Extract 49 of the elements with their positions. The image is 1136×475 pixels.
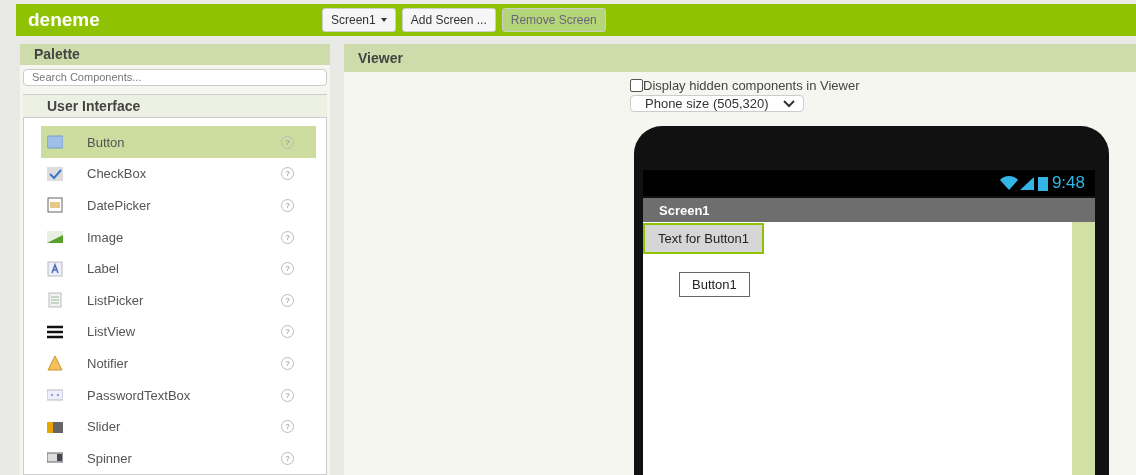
warning-icon xyxy=(47,355,63,372)
palette-item[interactable]: ListPicker ? xyxy=(41,284,316,316)
panel-title: Palette xyxy=(20,44,330,65)
palette-item[interactable]: Button ? xyxy=(41,126,316,159)
component-label: ListPicker xyxy=(87,292,145,308)
component-button[interactable]: Text for Button1 xyxy=(643,223,765,254)
palette-item[interactable]: ListView ? xyxy=(41,316,316,348)
chevron-down-icon xyxy=(782,99,795,108)
screen-title-bar: Screen1 xyxy=(643,198,1095,222)
palette-item[interactable]: Slider ? xyxy=(41,410,316,443)
toolbar-button[interactable]: Add Screen ... xyxy=(401,8,496,32)
component-label: Button xyxy=(87,134,126,150)
component-label: CheckBox xyxy=(87,166,148,182)
letter-icon xyxy=(47,260,63,277)
component-label: PasswordTextBox xyxy=(87,387,192,403)
button-icon xyxy=(47,134,63,151)
component-label: DatePicker xyxy=(87,197,152,213)
battery-icon xyxy=(1037,175,1048,191)
panel-title: Viewer xyxy=(344,44,1136,72)
calendar-icon xyxy=(47,197,63,214)
palette-item[interactable]: Notifier ? xyxy=(41,347,316,380)
signal-icon xyxy=(999,175,1034,191)
component-label: ListView xyxy=(87,324,137,340)
image-icon xyxy=(47,229,63,246)
size-dropdown[interactable]: Phone size (505,320) xyxy=(630,95,804,112)
checkbox[interactable] xyxy=(630,79,643,92)
palette-item[interactable]: Image ? xyxy=(41,221,316,253)
category-header[interactable]: User Interface xyxy=(23,93,327,118)
palette-item[interactable]: CheckBox ? xyxy=(41,158,316,190)
component-label: Spinner xyxy=(87,450,133,466)
palette-item[interactable]: Spinner ? xyxy=(41,442,316,474)
password-icon xyxy=(47,387,63,403)
palette-item[interactable]: Label ? xyxy=(41,252,316,285)
app-title: deneme xyxy=(28,9,101,31)
search-field[interactable]: Search Components... xyxy=(23,69,327,86)
list-icon xyxy=(47,292,63,309)
menu-icon xyxy=(47,323,63,340)
component-button[interactable]: Button1 xyxy=(679,272,750,297)
component-label: Notifier xyxy=(87,355,130,371)
checkbox-icon xyxy=(47,165,63,182)
component-label: Slider xyxy=(87,419,122,435)
status-time: 9:48 xyxy=(1051,173,1085,193)
palette-item[interactable]: PasswordTextBox ? xyxy=(41,379,316,411)
palette-item[interactable]: DatePicker ? xyxy=(41,189,316,222)
checkbox-label: Display hidden components in Viewer xyxy=(643,78,860,93)
component-label: Image xyxy=(87,229,125,245)
component-label: Label xyxy=(87,261,120,277)
screen-dropdown[interactable]: Screen1 xyxy=(322,8,396,32)
caret-icon xyxy=(380,18,387,22)
